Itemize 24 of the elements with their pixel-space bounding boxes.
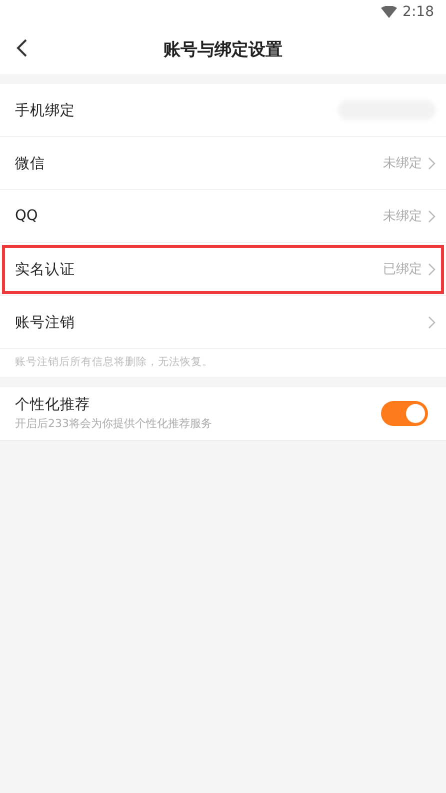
recommend-toggle[interactable] (381, 400, 428, 426)
deletion-note: 账号注销后所有信息将删除，无法恢复。 (14, 355, 214, 370)
status-time: 2:18 (402, 4, 434, 20)
settings-row[interactable]: QQ 未绑定 (0, 190, 446, 243)
page-title: 账号与绑定设置 (164, 38, 282, 60)
recommend-subtitle: 开启后233将会为你提供个性化推荐服务 (15, 416, 213, 431)
binding-status: 未绑定 (383, 155, 422, 172)
binding-status: 已绑定 (383, 261, 422, 278)
row-label: 微信 (15, 154, 46, 172)
binding-status: 未绑定 (383, 208, 422, 225)
row-label: 手机绑定 (15, 102, 76, 120)
settings-row[interactable]: 账号注销 (0, 296, 446, 349)
chevron-right-icon (428, 262, 436, 276)
row-label: 账号注销 (15, 314, 76, 332)
highlighted-settings-row[interactable]: 实名认证 已绑定 (0, 243, 446, 296)
chevron-right-icon (428, 156, 436, 170)
row-label: 实名认证 (15, 260, 76, 278)
chevron-right-icon (428, 210, 436, 222)
chevron-right-icon (428, 316, 436, 328)
settings-row[interactable]: 微信 未绑定 (0, 137, 446, 190)
wifi-icon (380, 6, 397, 18)
row-label: QQ (15, 208, 39, 224)
recommend-title: 个性化推荐 (15, 396, 91, 414)
settings-row[interactable]: 手机绑定 (0, 84, 446, 137)
